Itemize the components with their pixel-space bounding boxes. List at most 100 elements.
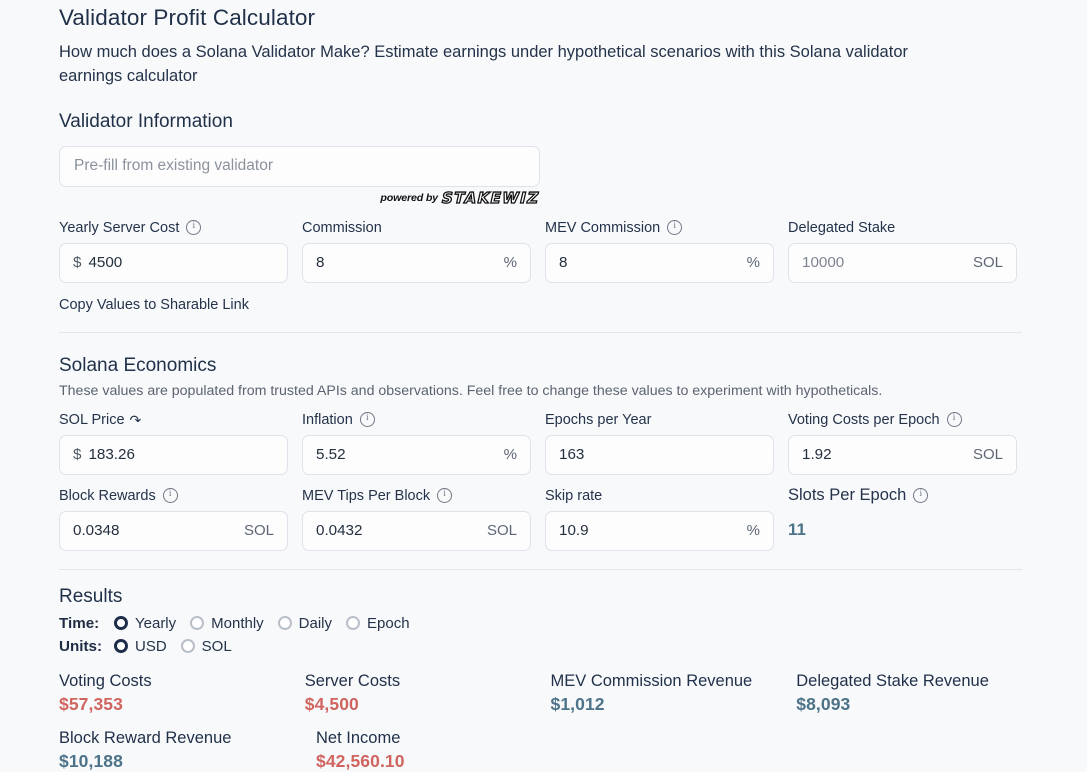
label-epochs-per-year: Epochs per Year [545, 411, 774, 429]
calculator-page: Validator Profit Calculator How much doe… [0, 0, 1028, 772]
field-sol-price: SOL Price ↷ $ 183.26 [59, 411, 288, 475]
field-delegated-stake: Delegated Stake 10000 SOL [788, 219, 1017, 283]
label-skip-rate: Skip rate [545, 487, 774, 505]
result-block-reward-revenue: Block Reward Revenue $10,188 [59, 729, 302, 772]
result-server-costs: Server Costs $4,500 [305, 672, 537, 715]
radio-label: Monthly [211, 615, 264, 632]
label-text: Inflation [302, 412, 353, 428]
results-row-2: Block Reward Revenue $10,188 Net Income … [59, 729, 1028, 772]
field-slots-per-epoch: Slots Per Epoch 11 [788, 487, 1017, 551]
input-value[interactable]: 0.0432 [316, 522, 479, 539]
label-slots-per-epoch: Slots Per Epoch [788, 487, 1017, 505]
result-mev-commission-revenue: MEV Commission Revenue $1,012 [551, 672, 783, 715]
input-epochs-per-year[interactable]: 163 [545, 435, 774, 475]
radio-indicator[interactable] [346, 616, 360, 630]
label-mev-tips-per-block: MEV Tips Per Block [302, 487, 531, 505]
powered-by-label: powered by [381, 192, 438, 204]
result-label: MEV Commission Revenue [551, 672, 783, 691]
result-label: Voting Costs [59, 672, 291, 691]
input-mev-commission[interactable]: 8 % [545, 243, 774, 283]
input-voting-costs-per-epoch[interactable]: 1.92 SOL [788, 435, 1017, 475]
sol-suffix: SOL [973, 254, 1003, 271]
label-voting-costs-per-epoch: Voting Costs per Epoch [788, 411, 1017, 429]
radio-indicator[interactable] [278, 616, 292, 630]
input-mev-tips-per-block[interactable]: 0.0432 SOL [302, 511, 531, 551]
result-label: Block Reward Revenue [59, 729, 302, 748]
label-text: MEV Commission [545, 220, 660, 236]
radio-time-monthly[interactable]: Monthly [190, 615, 264, 632]
radio-label: SOL [202, 638, 232, 655]
refresh-icon[interactable]: ↷ [130, 413, 142, 427]
field-skip-rate: Skip rate 10.9 % [545, 487, 774, 551]
input-value[interactable]: 183.26 [88, 446, 274, 463]
powered-by-stakewiz: powered by STAKEWIZ [59, 190, 540, 207]
radio-units-usd[interactable]: USD [114, 638, 167, 655]
input-value[interactable]: 1.92 [802, 446, 965, 463]
input-value[interactable]: 4500 [88, 254, 274, 271]
prefill-wrap: Pre-fill from existing validator powered… [59, 146, 1028, 207]
result-value: $4,500 [305, 694, 537, 715]
result-label: Server Costs [305, 672, 537, 691]
field-inflation: Inflation 5.52 % [302, 411, 531, 475]
validator-fields-row: Yearly Server Cost $ 4500 Commission 8 %… [59, 219, 1028, 283]
field-block-rewards: Block Rewards 0.0348 SOL [59, 487, 288, 551]
radio-indicator[interactable] [190, 616, 204, 630]
time-radio-group: Time: Yearly Monthly Daily Epoch [59, 612, 1028, 635]
input-skip-rate[interactable]: 10.9 % [545, 511, 774, 551]
label-block-rewards: Block Rewards [59, 487, 288, 505]
label-commission: Commission [302, 219, 531, 237]
input-value[interactable]: 10000 [802, 254, 965, 271]
field-mev-commission: MEV Commission 8 % [545, 219, 774, 283]
label-text: MEV Tips Per Block [302, 488, 430, 504]
info-icon[interactable] [667, 220, 682, 235]
info-icon[interactable] [913, 488, 928, 503]
input-value[interactable]: 10.9 [559, 522, 739, 539]
info-icon[interactable] [947, 412, 962, 427]
section-title-results: Results [59, 586, 1028, 608]
radio-indicator[interactable] [114, 639, 128, 653]
info-icon[interactable] [360, 412, 375, 427]
copy-sharable-link[interactable]: Copy Values to Sharable Link [59, 297, 249, 313]
label-mev-commission: MEV Commission [545, 219, 774, 237]
section-title-solana-economics: Solana Economics [59, 355, 1028, 377]
input-yearly-server-cost[interactable]: $ 4500 [59, 243, 288, 283]
input-value[interactable]: 5.52 [316, 446, 496, 463]
label-yearly-server-cost: Yearly Server Cost [59, 219, 288, 237]
info-icon[interactable] [186, 220, 201, 235]
info-icon[interactable] [437, 488, 452, 503]
result-voting-costs: Voting Costs $57,353 [59, 672, 291, 715]
field-mev-tips-per-block: MEV Tips Per Block 0.0432 SOL [302, 487, 531, 551]
input-value[interactable]: 8 [559, 254, 739, 271]
input-inflation[interactable]: 5.52 % [302, 435, 531, 475]
radio-time-daily[interactable]: Daily [278, 615, 332, 632]
label-text: Epochs per Year [545, 412, 651, 428]
section-note-solana-economics: These values are populated from trusted … [59, 383, 1028, 399]
input-commission[interactable]: 8 % [302, 243, 531, 283]
input-value[interactable]: 163 [559, 446, 760, 463]
result-delegated-stake-revenue: Delegated Stake Revenue $8,093 [796, 672, 1028, 715]
label-text: Slots Per Epoch [788, 486, 906, 505]
result-value: $8,093 [796, 694, 1028, 715]
result-net-income: Net Income $42,560.10 [316, 729, 559, 772]
input-block-rewards[interactable]: 0.0348 SOL [59, 511, 288, 551]
prefill-validator-input[interactable]: Pre-fill from existing validator [59, 146, 540, 187]
section-title-validator-information: Validator Information [59, 111, 1028, 133]
page-title: Validator Profit Calculator [59, 0, 1028, 31]
radio-time-yearly[interactable]: Yearly [114, 615, 176, 632]
radio-indicator[interactable] [181, 639, 195, 653]
label-text: Voting Costs per Epoch [788, 412, 940, 428]
prefill-placeholder-text: Pre-fill from existing validator [74, 157, 273, 175]
info-icon[interactable] [163, 488, 178, 503]
input-sol-price[interactable]: $ 183.26 [59, 435, 288, 475]
radio-indicator[interactable] [114, 616, 128, 630]
input-value[interactable]: 8 [316, 254, 496, 271]
input-value[interactable]: 0.0348 [73, 522, 236, 539]
result-value: $57,353 [59, 694, 291, 715]
economics-row-2: Block Rewards 0.0348 SOL MEV Tips Per Bl… [59, 487, 1028, 551]
percent-suffix: % [504, 254, 517, 271]
page-subtitle: How much does a Solana Validator Make? E… [59, 41, 959, 89]
input-delegated-stake[interactable]: 10000 SOL [788, 243, 1017, 283]
radio-units-sol[interactable]: SOL [181, 638, 232, 655]
label-text: Delegated Stake [788, 220, 895, 236]
radio-time-epoch[interactable]: Epoch [346, 615, 410, 632]
